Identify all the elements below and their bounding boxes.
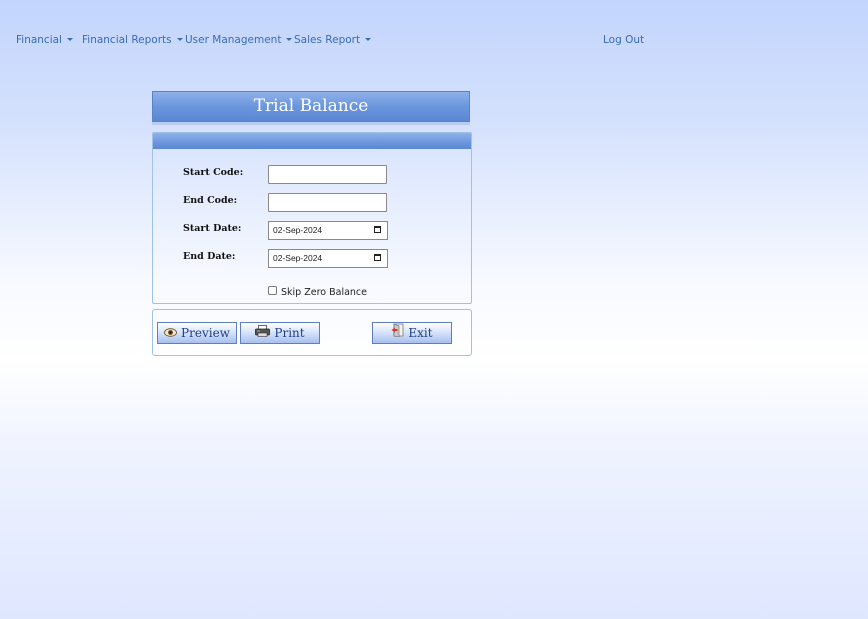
calendar-icon[interactable] (374, 226, 381, 233)
caret-down-icon (176, 38, 183, 41)
start-date-value: 02-Sep-2024 (273, 225, 323, 235)
title-divider (152, 122, 470, 125)
logout-label: Log Out (603, 34, 645, 46)
preview-button-label: Preview (181, 326, 230, 340)
page-title: Trial Balance (253, 96, 369, 116)
end-date-value: 02-Sep-2024 (273, 253, 323, 263)
end-code-label: End Code: (183, 195, 238, 206)
filter-form-panel: Start Code: End Code: Start Date: 02-Sep… (152, 132, 472, 304)
nav-financial-label: Financial (16, 34, 62, 46)
nav-user-management-menu[interactable]: User Management (185, 34, 293, 46)
start-date-input[interactable]: 02-Sep-2024 (268, 221, 388, 240)
preview-button[interactable]: Preview (157, 322, 237, 344)
logout-link[interactable]: Log Out (603, 34, 644, 46)
print-button-label: Print (274, 326, 305, 340)
caret-down-icon (365, 38, 372, 41)
end-code-input[interactable] (268, 193, 387, 212)
caret-down-icon (286, 38, 293, 41)
skip-zero-balance-label[interactable]: Skip Zero Balance (281, 287, 367, 298)
start-code-input[interactable] (268, 165, 387, 184)
exit-button[interactable]: Exit (372, 322, 452, 344)
nav-sales-report-label: Sales Report (294, 34, 361, 46)
nav-financial-reports-menu[interactable]: Financial Reports (82, 34, 183, 46)
nav-financial-menu[interactable]: Financial (16, 34, 73, 46)
exit-button-label: Exit (408, 326, 433, 340)
eye-icon (164, 323, 177, 343)
page-title-bar: Trial Balance (152, 91, 470, 122)
printer-icon (255, 323, 271, 343)
exit-door-icon (391, 323, 404, 343)
top-navbar: Financial Financial Reports User Managem… (0, 30, 868, 52)
end-date-input[interactable]: 02-Sep-2024 (268, 249, 388, 268)
nav-user-management-label: User Management (185, 34, 282, 46)
skip-zero-balance-checkbox[interactable] (268, 286, 277, 295)
print-button[interactable]: Print (240, 322, 320, 344)
start-date-label: Start Date: (183, 223, 242, 234)
end-date-label: End Date: (183, 251, 236, 262)
nav-financial-reports-label: Financial Reports (82, 34, 172, 46)
form-panel-header (153, 133, 471, 149)
nav-sales-report-menu[interactable]: Sales Report (294, 34, 372, 46)
calendar-icon[interactable] (374, 254, 381, 261)
caret-down-icon (66, 38, 73, 41)
start-code-label: Start Code: (183, 167, 244, 178)
action-button-panel: Preview Print Exit (152, 309, 472, 356)
